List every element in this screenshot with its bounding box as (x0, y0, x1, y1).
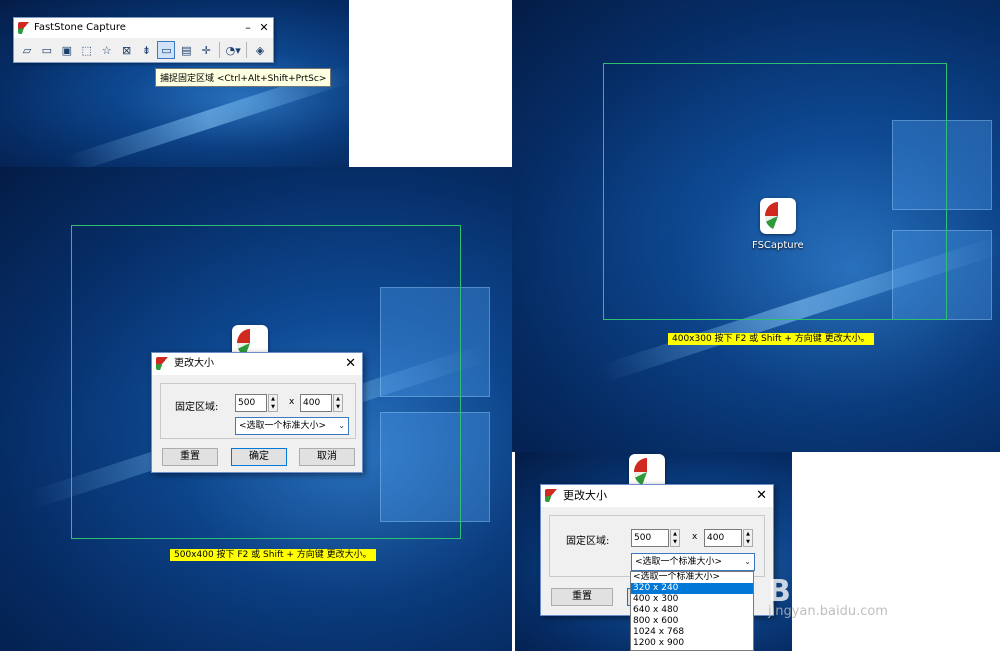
fixed-region-label: 固定区域: (175, 402, 219, 413)
reset-button[interactable]: 重置 (551, 588, 613, 606)
height-spinner[interactable]: ▲ ▼ (743, 529, 753, 547)
tooltip: 捕捉固定区域 <Ctrl+Alt+Shift+PrtSc> (155, 68, 332, 87)
resize-dialog[interactable]: 更改大小 ✕ 固定区域: 500 ▲ ▼ x 400 ▲ ▼ <选取一个标准大小> … (151, 352, 363, 473)
dropdown-option[interactable]: 400 x 300 (631, 594, 753, 605)
fixed-region-group: 固定区域: 500 ▲ ▼ x 400 ▲ ▼ <选取一个标准大小> ⌄ (160, 383, 356, 439)
ok-button[interactable]: 确定 (231, 448, 287, 466)
close-icon[interactable]: ✕ (345, 353, 356, 375)
height-input[interactable]: 400 (704, 529, 742, 547)
dropdown-option[interactable]: 800 x 600 (631, 616, 753, 627)
capture-object-icon[interactable]: ▣ (58, 41, 76, 59)
capture-tools: ▱ ▭ ▣ ⬚ ☆ ⊠ ⇟ ▭ ▤ ✛ ◔▾ ◈ (14, 38, 273, 62)
capture-fullscreen-icon[interactable]: ⊠ (118, 41, 136, 59)
cancel-button[interactable]: 取消 (299, 448, 355, 466)
times-label: x (289, 397, 295, 407)
chevron-down-icon: ⌄ (338, 421, 345, 430)
close-button[interactable]: ✕ (257, 18, 271, 38)
width-spinner[interactable]: ▲ ▼ (268, 394, 278, 412)
capture-freehand-icon[interactable]: ☆ (98, 41, 116, 59)
dialog-title: 更改大小 (174, 358, 214, 369)
faststone-toolbar-window[interactable]: FastStone Capture – ✕ ▱ ▭ ▣ ⬚ ☆ ⊠ ⇟ ▭ ▤ … (13, 17, 274, 63)
reset-button[interactable]: 重置 (162, 448, 218, 466)
close-icon[interactable]: ✕ (756, 485, 767, 507)
faststone-logo-icon (18, 22, 30, 34)
height-input[interactable]: 400 (300, 394, 332, 412)
chevron-down-icon: ⌄ (744, 557, 751, 566)
dropdown-option[interactable]: <选取一个标准大小> (631, 572, 753, 583)
faststone-logo-icon (156, 357, 169, 370)
screen-recorder-icon[interactable]: ▤ (177, 41, 195, 59)
size-hint: 500x400 按下 F2 或 Shift + 方向键 更改大小。 (170, 549, 376, 561)
capture-rectangle-icon[interactable]: ⬚ (78, 41, 96, 59)
capture-scrolling-icon[interactable]: ⇟ (138, 41, 156, 59)
size-hint: 400x300 按下 F2 或 Shift + 方向键 更改大小。 (668, 333, 874, 345)
fixed-region-group: 固定区域: 500 ▲ ▼ x 400 ▲ ▼ <选取一个标准大小> ⌄ (549, 515, 765, 577)
preset-size-value: <选取一个标准大小> (239, 421, 327, 431)
fixed-region-label: 固定区域: (566, 536, 610, 547)
dialog-title: 更改大小 (563, 489, 607, 502)
settings-icon[interactable]: ◈ (251, 41, 269, 59)
dialog-title-bar[interactable]: 更改大小 ✕ (541, 485, 773, 507)
preset-size-value: <选取一个标准大小> (635, 557, 723, 567)
output-palette-icon[interactable]: ◔▾ (224, 41, 242, 59)
minimize-button[interactable]: – (241, 18, 255, 38)
width-input[interactable]: 500 (631, 529, 669, 547)
width-input[interactable]: 500 (235, 394, 267, 412)
preset-size-dropdown[interactable]: <选取一个标准大小> 320 x 240 400 x 300 640 x 480… (630, 571, 754, 651)
width-spinner[interactable]: ▲ ▼ (670, 529, 680, 547)
capture-window-icon[interactable]: ▭ (38, 41, 56, 59)
fixed-region-rectangle (603, 63, 947, 320)
desktop-panel-top-right: FSCapture 400x300 按下 F2 或 Shift + 方向键 更改… (512, 0, 1000, 452)
dropdown-option[interactable]: 1200 x 900 (631, 638, 753, 649)
fscapture-icon-label: FSCapture (752, 240, 804, 251)
open-folder-icon[interactable]: ▱ (18, 41, 36, 59)
dropdown-option[interactable]: 640 x 480 (631, 605, 753, 616)
crosshair-icon[interactable]: ✛ (197, 41, 215, 59)
toolbar-title-bar[interactable]: FastStone Capture – ✕ (14, 18, 273, 38)
fscapture-app-icon[interactable] (760, 198, 796, 234)
capture-fixed-region-icon[interactable]: ▭ (157, 41, 176, 59)
preset-size-select[interactable]: <选取一个标准大小> ⌄ (631, 553, 755, 571)
toolbar-title: FastStone Capture (34, 22, 126, 33)
baidu-watermark-url: jingyan.baidu.com (768, 604, 888, 619)
dialog-title-bar[interactable]: 更改大小 ✕ (152, 353, 362, 375)
height-spinner[interactable]: ▲ ▼ (333, 394, 343, 412)
separator (219, 42, 221, 58)
separator (246, 42, 248, 58)
dropdown-option-selected[interactable]: 320 x 240 (631, 583, 753, 594)
times-label: x (692, 532, 698, 542)
faststone-logo-icon (545, 489, 558, 502)
preset-size-select[interactable]: <选取一个标准大小> ⌄ (235, 417, 349, 435)
dropdown-option[interactable]: 1024 x 768 (631, 627, 753, 638)
